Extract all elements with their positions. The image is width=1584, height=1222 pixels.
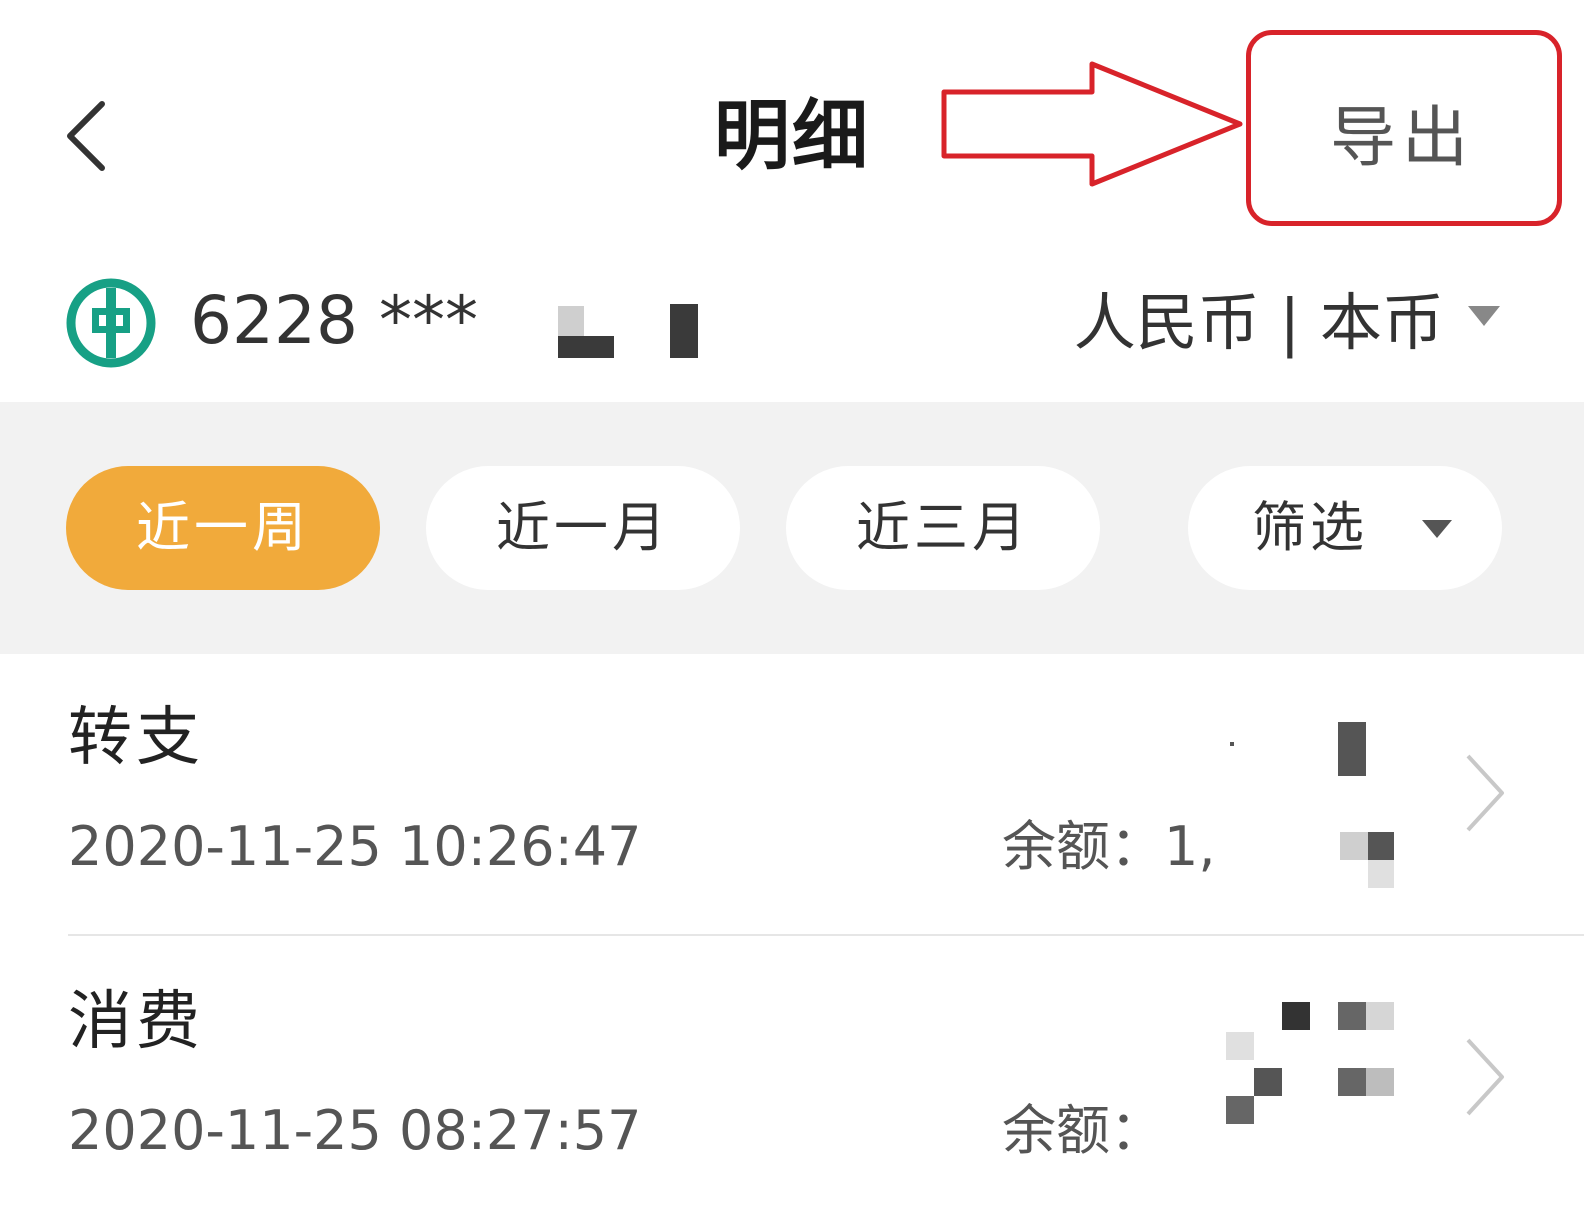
masked-amount xyxy=(1226,1032,1254,1060)
transaction-time: 2020-11-25 08:27:57 xyxy=(68,1099,642,1162)
filter-chip-month[interactable]: 近一月 xyxy=(426,466,740,590)
table-row[interactable]: 转支 2020-11-25 10:26:47 余额：1, xyxy=(0,654,1584,938)
transaction-type: 消费 xyxy=(68,985,204,1059)
nav-header: 明细 导出 xyxy=(0,0,1584,260)
filter-chip-three-months[interactable]: 近三月 xyxy=(786,466,1100,590)
currency-selector[interactable]: 人民币 | 本币 xyxy=(1074,278,1444,368)
export-button[interactable]: 导出 xyxy=(1330,88,1474,188)
table-row[interactable]: 消费 2020-11-25 08:27:57 余额： xyxy=(0,938,1584,1222)
masked-digits xyxy=(670,304,698,358)
bank-logo-icon xyxy=(66,278,156,368)
caret-down-icon[interactable] xyxy=(1466,304,1502,328)
filter-bar: 近一周 近一月 近三月 筛选 xyxy=(0,402,1584,654)
chevron-right-icon[interactable] xyxy=(1460,750,1510,836)
masked-digits xyxy=(558,336,614,358)
row-divider xyxy=(68,934,1584,936)
masked-amount xyxy=(1368,832,1394,860)
masked-amount xyxy=(1340,832,1368,860)
masked-amount xyxy=(1338,1068,1366,1096)
balance-label: 余额：1, xyxy=(1002,815,1216,878)
account-row[interactable]: 6228 *** 人民币 | 本币 xyxy=(0,260,1584,400)
transaction-list: 转支 2020-11-25 10:26:47 余额：1, 消费 2020-11-… xyxy=(0,654,1584,1222)
card-number: 6228 *** xyxy=(190,282,478,359)
masked-amount-area xyxy=(1208,654,1418,938)
filter-chip-label: 近一周 xyxy=(136,496,310,559)
filter-chip-filter[interactable]: 筛选 xyxy=(1188,466,1502,590)
filter-chip-week[interactable]: 近一周 xyxy=(66,466,380,590)
masked-amount xyxy=(1338,722,1366,776)
masked-amount xyxy=(1366,1002,1394,1030)
filter-chip-label: 近一月 xyxy=(496,496,670,559)
filter-chip-label: 近三月 xyxy=(856,496,1030,559)
filter-chip-label: 筛选 xyxy=(1252,496,1368,559)
balance-label: 余额： xyxy=(1002,1099,1164,1162)
masked-amount xyxy=(1282,1002,1310,1030)
masked-digits xyxy=(558,306,584,336)
transaction-time: 2020-11-25 10:26:47 xyxy=(68,815,642,878)
masked-amount xyxy=(1254,1068,1282,1096)
masked-amount xyxy=(1338,1002,1366,1030)
transaction-type: 转支 xyxy=(68,701,204,775)
masked-amount xyxy=(1230,742,1234,746)
masked-amount xyxy=(1368,860,1394,888)
masked-amount xyxy=(1366,1068,1394,1096)
chevron-right-icon[interactable] xyxy=(1460,1034,1510,1120)
annotation-arrow-icon xyxy=(941,61,1243,187)
caret-down-icon xyxy=(1422,520,1452,538)
masked-amount xyxy=(1226,1096,1254,1124)
